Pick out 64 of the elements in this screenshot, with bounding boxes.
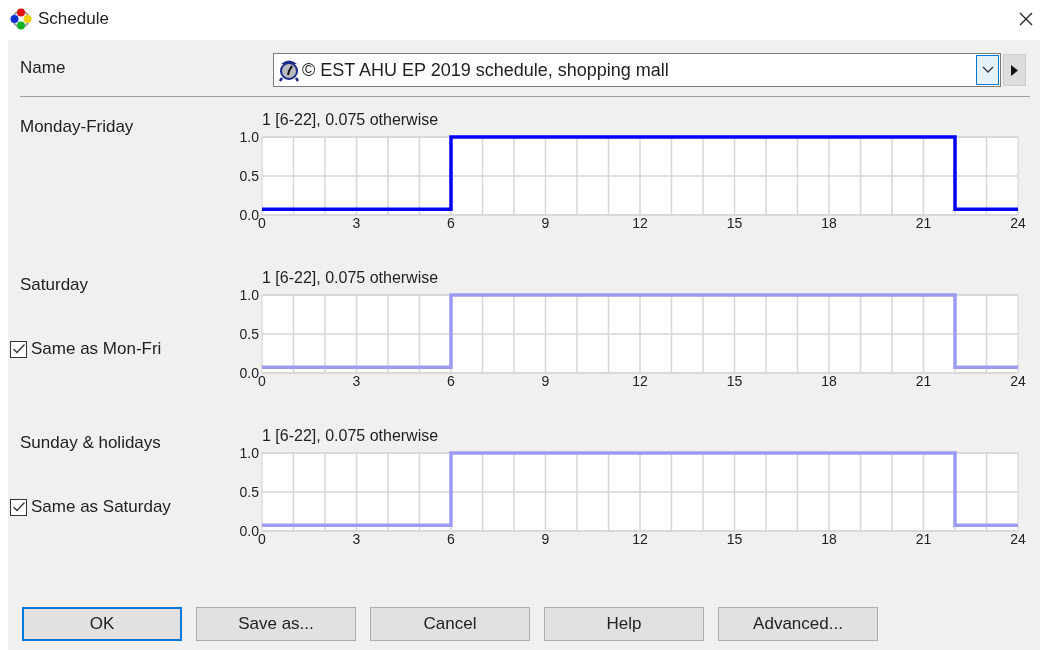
x-tick-label: 0: [258, 373, 266, 389]
checkbox-box[interactable]: [10, 340, 27, 358]
chevron-down-icon: [981, 66, 994, 74]
checkmark-icon: [11, 501, 26, 513]
checkbox-box[interactable]: [10, 498, 27, 516]
triangle-right-icon: [1011, 64, 1018, 76]
y-tick-label: 0.0: [239, 365, 259, 381]
chart-title: 1 [6-22], 0.075 otherwise: [262, 269, 440, 287]
name-label: Name: [20, 58, 67, 78]
x-tick-label: 15: [726, 531, 743, 547]
x-tick-label: 24: [1010, 373, 1026, 389]
day-label: Saturday: [20, 275, 90, 295]
x-tick-label: 18: [821, 215, 837, 231]
y-tick-label: 0.0: [239, 523, 259, 539]
name-dropdown[interactable]: © EST AHU EP 2019 schedule, shopping mall: [273, 53, 1001, 87]
name-value: © EST AHU EP 2019 schedule, shopping mall: [302, 59, 670, 81]
x-tick-label: 3: [352, 531, 361, 547]
checkmark-icon: [11, 343, 26, 355]
day-label: Monday-Friday: [20, 117, 135, 137]
y-tick-label: 1.0: [239, 129, 259, 145]
x-tick-label: 3: [352, 373, 361, 389]
next-button[interactable]: [1003, 54, 1026, 86]
x-tick-label: 12: [632, 215, 648, 231]
y-tick-label: 0.5: [239, 484, 259, 500]
x-tick-label: 21: [915, 531, 932, 547]
day-label: Sunday & holidays: [20, 433, 162, 453]
x-tick-label: 15: [726, 215, 743, 231]
x-tick-label: 12: [632, 531, 648, 547]
x-tick-label: 6: [447, 531, 455, 547]
dropdown-button[interactable]: [976, 55, 999, 85]
app-icon: [10, 8, 32, 30]
x-tick-label: 24: [1010, 215, 1026, 231]
close-icon[interactable]: [1018, 11, 1034, 27]
x-tick-label: 0: [258, 531, 266, 547]
same-as-checkbox[interactable]: Same as Saturday: [10, 497, 228, 517]
dialog-button[interactable]: Cancel: [370, 607, 530, 641]
dialog-button[interactable]: OK: [22, 607, 182, 641]
x-tick-label: 9: [541, 215, 550, 231]
x-tick-label: 18: [821, 373, 837, 389]
x-tick-label: 24: [1010, 531, 1026, 547]
dialog-button[interactable]: Save as...: [196, 607, 356, 641]
y-tick-label: 0.5: [239, 168, 259, 184]
x-tick-label: 0: [258, 215, 266, 231]
dialog-button[interactable]: Help: [544, 607, 704, 641]
chart-title: 1 [6-22], 0.075 otherwise: [262, 111, 440, 129]
x-tick-label: 21: [915, 215, 932, 231]
y-tick-label: 0.5: [239, 326, 259, 342]
chart-title: 1 [6-22], 0.075 otherwise: [262, 427, 440, 445]
same-as-checkbox[interactable]: Same as Mon-Fri: [10, 339, 228, 359]
alarm-clock-icon: [278, 58, 300, 82]
y-tick-label: 1.0: [239, 445, 259, 461]
x-tick-label: 9: [541, 531, 550, 547]
x-tick-label: 6: [447, 373, 455, 389]
x-tick-label: 21: [915, 373, 932, 389]
y-tick-label: 0.0: [239, 207, 259, 223]
x-tick-label: 18: [821, 531, 837, 547]
x-tick-label: 6: [447, 215, 455, 231]
x-tick-label: 15: [726, 373, 743, 389]
x-tick-label: 3: [352, 215, 361, 231]
y-tick-label: 1.0: [239, 287, 259, 303]
x-tick-label: 9: [541, 373, 550, 389]
x-tick-label: 12: [632, 373, 648, 389]
window-title: Schedule: [38, 9, 109, 29]
dialog-button[interactable]: Advanced...: [718, 607, 878, 641]
